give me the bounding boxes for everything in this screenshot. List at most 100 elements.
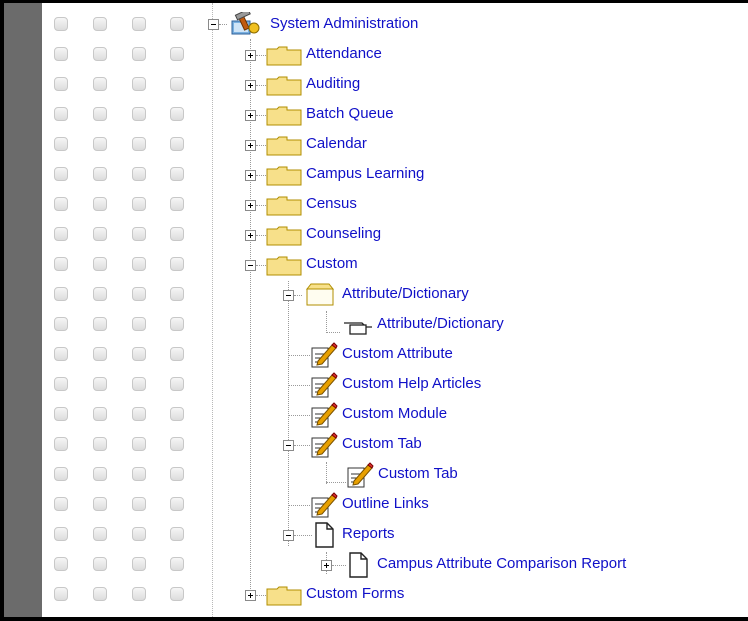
add-checkbox[interactable] (132, 347, 146, 361)
write-checkbox[interactable] (93, 167, 107, 181)
write-checkbox[interactable] (93, 257, 107, 271)
write-checkbox[interactable] (93, 197, 107, 211)
tree-label[interactable]: Custom Tab (378, 465, 458, 483)
delete-checkbox[interactable] (170, 317, 184, 331)
write-checkbox[interactable] (93, 437, 107, 451)
read-checkbox[interactable] (54, 107, 68, 121)
expand-toggle[interactable] (245, 230, 256, 241)
tree-label[interactable]: Attribute/Dictionary (342, 285, 469, 303)
read-checkbox[interactable] (54, 317, 68, 331)
tree-label[interactable]: Outline Links (342, 495, 429, 513)
tree-label[interactable]: Counseling (306, 225, 381, 243)
write-checkbox[interactable] (93, 107, 107, 121)
delete-checkbox[interactable] (170, 197, 184, 211)
delete-checkbox[interactable] (170, 137, 184, 151)
read-checkbox[interactable] (54, 17, 68, 31)
tree-label[interactable]: Census (306, 195, 357, 213)
tree-label[interactable]: Calendar (306, 135, 367, 153)
tree-label[interactable]: Auditing (306, 75, 360, 93)
read-checkbox[interactable] (54, 377, 68, 391)
delete-checkbox[interactable] (170, 467, 184, 481)
expand-toggle[interactable] (245, 50, 256, 61)
write-checkbox[interactable] (93, 287, 107, 301)
tree-label[interactable]: Attribute/Dictionary (377, 315, 504, 333)
add-checkbox[interactable] (132, 557, 146, 571)
add-checkbox[interactable] (132, 377, 146, 391)
read-checkbox[interactable] (54, 167, 68, 181)
write-checkbox[interactable] (93, 377, 107, 391)
expand-toggle[interactable] (321, 560, 332, 571)
delete-checkbox[interactable] (170, 227, 184, 241)
write-checkbox[interactable] (93, 527, 107, 541)
delete-checkbox[interactable] (170, 77, 184, 91)
add-checkbox[interactable] (132, 287, 146, 301)
expand-toggle[interactable] (245, 80, 256, 91)
expand-toggle[interactable] (245, 170, 256, 181)
delete-checkbox[interactable] (170, 377, 184, 391)
collapse-toggle[interactable] (283, 530, 294, 541)
add-checkbox[interactable] (132, 587, 146, 601)
add-checkbox[interactable] (132, 257, 146, 271)
read-checkbox[interactable] (54, 137, 68, 151)
tree-label[interactable]: Reports (342, 525, 395, 543)
tree-label[interactable]: Custom Tab (342, 435, 422, 453)
delete-checkbox[interactable] (170, 47, 184, 61)
collapse-toggle[interactable] (283, 440, 294, 451)
delete-checkbox[interactable] (170, 167, 184, 181)
delete-checkbox[interactable] (170, 287, 184, 301)
add-checkbox[interactable] (132, 467, 146, 481)
write-checkbox[interactable] (93, 557, 107, 571)
delete-checkbox[interactable] (170, 587, 184, 601)
write-checkbox[interactable] (93, 347, 107, 361)
add-checkbox[interactable] (132, 77, 146, 91)
delete-checkbox[interactable] (170, 497, 184, 511)
add-checkbox[interactable] (132, 497, 146, 511)
write-checkbox[interactable] (93, 587, 107, 601)
write-checkbox[interactable] (93, 47, 107, 61)
add-checkbox[interactable] (132, 137, 146, 151)
read-checkbox[interactable] (54, 47, 68, 61)
tree-label[interactable]: Attendance (306, 45, 382, 63)
write-checkbox[interactable] (93, 227, 107, 241)
expand-toggle[interactable] (245, 110, 256, 121)
tree-label[interactable]: Custom Module (342, 405, 447, 423)
write-checkbox[interactable] (93, 497, 107, 511)
add-checkbox[interactable] (132, 47, 146, 61)
tree-label[interactable]: Campus Attribute Comparison Report (377, 555, 626, 573)
delete-checkbox[interactable] (170, 17, 184, 31)
read-checkbox[interactable] (54, 287, 68, 301)
write-checkbox[interactable] (93, 17, 107, 31)
read-checkbox[interactable] (54, 407, 68, 421)
tree-label[interactable]: Campus Learning (306, 165, 424, 183)
delete-checkbox[interactable] (170, 527, 184, 541)
add-checkbox[interactable] (132, 407, 146, 421)
add-checkbox[interactable] (132, 317, 146, 331)
add-checkbox[interactable] (132, 107, 146, 121)
tree-label[interactable]: System Administration (270, 15, 418, 33)
write-checkbox[interactable] (93, 467, 107, 481)
delete-checkbox[interactable] (170, 347, 184, 361)
read-checkbox[interactable] (54, 437, 68, 451)
add-checkbox[interactable] (132, 167, 146, 181)
delete-checkbox[interactable] (170, 407, 184, 421)
read-checkbox[interactable] (54, 347, 68, 361)
read-checkbox[interactable] (54, 557, 68, 571)
read-checkbox[interactable] (54, 467, 68, 481)
tree-label[interactable]: Batch Queue (306, 105, 394, 123)
expand-toggle[interactable] (245, 590, 256, 601)
add-checkbox[interactable] (132, 227, 146, 241)
write-checkbox[interactable] (93, 77, 107, 91)
collapse-toggle[interactable] (245, 260, 256, 271)
delete-checkbox[interactable] (170, 437, 184, 451)
delete-checkbox[interactable] (170, 557, 184, 571)
collapse-toggle[interactable] (208, 19, 219, 30)
expand-toggle[interactable] (245, 140, 256, 151)
write-checkbox[interactable] (93, 317, 107, 331)
read-checkbox[interactable] (54, 77, 68, 91)
read-checkbox[interactable] (54, 227, 68, 241)
write-checkbox[interactable] (93, 137, 107, 151)
collapse-toggle[interactable] (283, 290, 294, 301)
tree-label[interactable]: Custom Help Articles (342, 375, 481, 393)
write-checkbox[interactable] (93, 407, 107, 421)
expand-toggle[interactable] (245, 200, 256, 211)
